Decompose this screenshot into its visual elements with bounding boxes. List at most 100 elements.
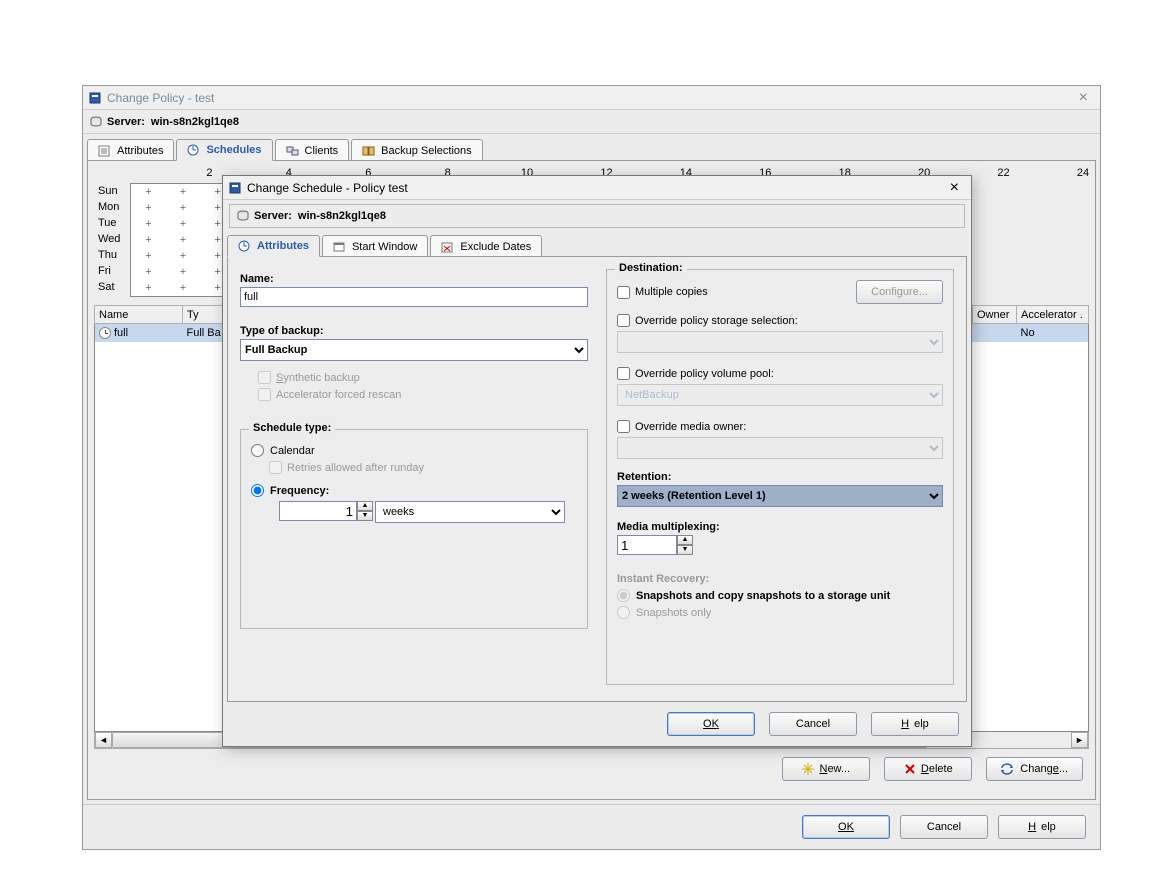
exclude-dates-icon	[441, 241, 455, 253]
override-volume-checkbox[interactable]: Override policy volume pool:	[617, 367, 943, 380]
col-owner[interactable]: Owner	[973, 306, 1017, 324]
storage-select	[617, 331, 943, 353]
new-icon	[802, 763, 814, 775]
calendar-radio[interactable]: Calendar	[251, 444, 577, 457]
frequency-unit-select[interactable]: weeks	[375, 501, 565, 523]
override-owner-checkbox[interactable]: Override media owner:	[617, 420, 943, 433]
tab-label: Clients	[305, 145, 339, 157]
scroll-left-icon[interactable]: ◄	[95, 732, 112, 748]
schedule-type-group: Schedule type: Calendar Retries allowed …	[240, 429, 588, 629]
ir-snapshots-only-radio: Snapshots only	[617, 606, 943, 619]
tab-start-window[interactable]: Start Window	[322, 235, 428, 257]
instant-recovery-label: Instant Recovery:	[617, 573, 943, 585]
server-label: Server:	[107, 116, 145, 128]
attributes-icon	[238, 240, 252, 252]
mpx-up[interactable]: ▲	[677, 535, 693, 545]
cancel-button[interactable]: Cancel	[769, 712, 857, 736]
type-select[interactable]: Full Backup	[240, 339, 588, 361]
mpx-spinner[interactable]: ▲▼	[617, 535, 693, 555]
cancel-button[interactable]: Cancel	[900, 815, 988, 839]
close-icon[interactable]: ×	[1073, 89, 1094, 107]
help-button[interactable]: Help	[998, 815, 1086, 839]
retention-select[interactable]: 2 weeks (Retention Level 1)	[617, 485, 943, 507]
inner-tabstrip: Attributes Start Window Exclude Dates	[223, 228, 971, 256]
attributes-icon	[98, 145, 112, 157]
close-icon[interactable]: ×	[944, 179, 965, 197]
right-column: Destination: Multiple copies Configure..…	[606, 269, 954, 685]
ir-snapshots-copy-radio: Snapshots and copy snapshots to a storag…	[617, 589, 943, 602]
inner-server-bar: Server: win-s8n2kgl1qe8	[229, 204, 965, 228]
tab-label: Backup Selections	[381, 145, 472, 157]
server-name: win-s8n2kgl1qe8	[151, 116, 239, 128]
name-input[interactable]	[240, 287, 588, 307]
freq-down[interactable]: ▼	[357, 511, 373, 521]
tab-attributes[interactable]: Attributes	[227, 235, 320, 257]
tab-label: Start Window	[352, 241, 417, 253]
mpx-label: Media multiplexing:	[617, 521, 943, 533]
window-title: Change Policy - test	[107, 91, 214, 105]
tab-backup-selections[interactable]: Backup Selections	[351, 139, 483, 161]
app-icon	[89, 92, 101, 104]
server-icon	[89, 116, 103, 128]
delete-icon	[904, 763, 916, 775]
col-name[interactable]: Name	[95, 306, 183, 324]
outer-tabstrip: Attributes Schedules Clients Backup Sele…	[83, 134, 1100, 160]
backup-selections-icon	[362, 145, 376, 157]
start-window-icon	[333, 241, 347, 253]
tab-clients[interactable]: Clients	[275, 139, 350, 161]
frequency-spinner[interactable]: ▲▼	[279, 501, 373, 523]
configure-button: Configure...	[856, 280, 943, 304]
inner-tab-panel: Name: Type of backup: Full Backup Synthe…	[227, 256, 967, 702]
tab-label: Attributes	[117, 145, 163, 157]
new-button[interactable]: NNew...ew...	[782, 757, 870, 781]
destination-group: Destination: Multiple copies Configure..…	[606, 269, 954, 685]
inner-footer-buttons: OK Cancel Help	[223, 702, 971, 746]
schedules-icon	[187, 144, 201, 156]
volume-select: NetBackup	[617, 384, 943, 406]
help-button[interactable]: Help	[871, 712, 959, 736]
outer-tab-panel: 2 4 6 8 10 12 14 16 18 20 22 24 Sun Mon …	[87, 160, 1096, 800]
inner-server-label: Server:	[254, 210, 292, 222]
scroll-right-icon[interactable]: ►	[1071, 732, 1088, 748]
change-schedule-window: Change Schedule - Policy test × Server: …	[222, 175, 972, 747]
tab-label: Exclude Dates	[460, 241, 531, 253]
col-accel[interactable]: Accelerator .	[1017, 306, 1089, 324]
inner-titlebar: Change Schedule - Policy test ×	[223, 176, 971, 200]
multiple-copies-checkbox[interactable]: Multiple copies	[617, 286, 708, 299]
freq-up[interactable]: ▲	[357, 501, 373, 511]
change-icon	[1001, 763, 1015, 775]
delete-button[interactable]: Delete	[884, 757, 972, 781]
change-button[interactable]: Change...	[986, 757, 1083, 781]
destination-legend: Destination:	[615, 262, 687, 274]
schedule-type-legend: Schedule type:	[249, 422, 335, 434]
schedule-grid-right[interactable]: +++++++++++++++++++++	[130, 183, 236, 297]
override-storage-checkbox[interactable]: Override policy storage selection:	[617, 314, 943, 327]
inner-server-name: win-s8n2kgl1qe8	[298, 210, 386, 222]
owner-select	[617, 437, 943, 459]
clients-icon	[286, 145, 300, 157]
tab-label: Attributes	[257, 240, 309, 252]
mpx-down[interactable]: ▼	[677, 545, 693, 555]
retention-label: Retention:	[617, 471, 943, 483]
frequency-radio[interactable]: Frequency:	[251, 484, 577, 497]
name-label: Name:	[240, 273, 588, 285]
server-icon	[236, 210, 250, 222]
ok-button[interactable]: OK	[667, 712, 755, 736]
synthetic-checkbox: Synthetic backup	[258, 371, 588, 384]
outer-footer-buttons: OK Cancel Help	[83, 804, 1100, 849]
retries-checkbox: Retries allowed after runday	[269, 461, 577, 474]
inner-window-title: Change Schedule - Policy test	[247, 181, 408, 195]
day-labels: Sun Mon Tue Wed Thu Fri Sat	[98, 183, 126, 295]
ok-button[interactable]: OK	[802, 815, 890, 839]
change-policy-window: Change Policy - test × Server: win-s8n2k…	[82, 85, 1101, 850]
tab-exclude-dates[interactable]: Exclude Dates	[430, 235, 542, 257]
type-label: Type of backup:	[240, 325, 588, 337]
accel-rescan-checkbox: Accelerator forced rescan	[258, 388, 588, 401]
titlebar: Change Policy - test ×	[83, 86, 1100, 110]
left-column: Name: Type of backup: Full Backup Synthe…	[240, 269, 588, 685]
app-icon	[229, 182, 241, 194]
tab-schedules[interactable]: Schedules	[176, 139, 272, 161]
schedule-buttons: NNew...ew... Delete Change...	[94, 749, 1089, 789]
tab-attributes[interactable]: Attributes	[87, 139, 174, 161]
clock-icon	[99, 327, 111, 339]
